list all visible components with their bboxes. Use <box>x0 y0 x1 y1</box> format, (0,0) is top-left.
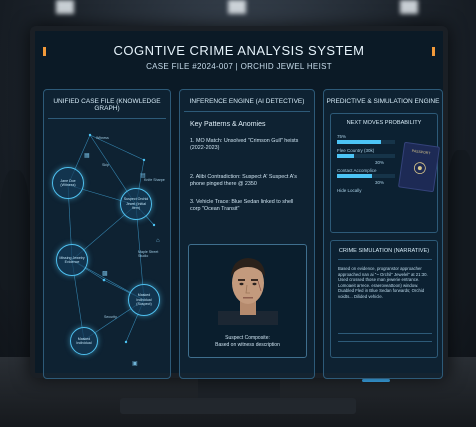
composite-caption: Suspect Composite: <box>225 335 270 341</box>
bar-label: Hide Locally <box>337 188 362 193</box>
simulation-card: CRIME SIMULATION (NARRATIVE) Based on ev… <box>330 240 438 358</box>
background-person <box>446 150 476 290</box>
bar-percent: 30% <box>375 180 385 185</box>
ceiling-light <box>56 0 74 14</box>
patterns-heading: Key Patterns & Anomies <box>190 121 266 128</box>
knowledge-graph-panel: UNIFIED CASE FILE (KNOWLEDGE GRAPH) Jane… <box>43 89 171 379</box>
bar-label: Contact Accomplice <box>337 168 377 173</box>
graph-node-witness[interactable]: Jane Doe (Witness) <box>52 167 84 199</box>
pattern-item: 1. MO Match: Unsolved "Crimson Gull" hei… <box>190 138 299 151</box>
probability-bar <box>337 174 395 178</box>
app-title: COGNTIVE CRIME ANALYSIS SYSTEM <box>113 43 365 58</box>
monitor-screen: COGNTIVE CRIME ANALYSIS SYSTEM CASE FILE… <box>30 26 448 379</box>
house-icon[interactable]: ⌂ <box>156 238 160 244</box>
probability-bar-fill <box>337 174 372 178</box>
power-indicator <box>362 379 390 382</box>
inference-panel: INFERENCE ENGINE (AI DETECTIVE) Key Patt… <box>179 89 315 379</box>
graph-node-missing-jewelry[interactable]: Missing Jewelry Evidence <box>56 244 88 276</box>
divider <box>338 259 432 260</box>
knowledge-graph-title: UNIFIED CASE FILE (KNOWLEDGE GRAPH) <box>53 98 161 112</box>
background-person <box>0 170 30 290</box>
prediction-title: PREDICTIVE & SIMULATION ENGINE <box>326 98 440 105</box>
pattern-item: 3. Vehicle Trace: Blue Sedan linked to s… <box>190 199 294 212</box>
inference-title: INFERENCE ENGINE (AI DETECTIVE) <box>189 98 305 105</box>
probability-bar <box>337 154 395 158</box>
case-file-subtitle: CASE FILE #2024-007 | ORCHID JEWEL HEIST <box>146 62 332 71</box>
suspect-portrait <box>218 258 278 325</box>
passport-emblem-icon <box>413 162 426 175</box>
bar-percent: 30% <box>375 160 385 165</box>
graph-label: Witness <box>96 136 109 140</box>
simulation-narrative: Based on evidence, progranstor approache… <box>338 266 428 299</box>
graph-label: Skip <box>102 163 109 167</box>
suspect-composite-card[interactable]: Suspect Composite: Based on witness desc… <box>188 244 307 358</box>
monitor-stand <box>198 378 280 400</box>
pattern-item: 2. Alibi Contradiction: Suspect A' Suspe… <box>190 174 297 187</box>
chat-icon[interactable]: ▣ <box>132 360 138 367</box>
graph-label: Security <box>104 315 117 319</box>
graph-node-orchid-jewel[interactable]: Suspect Orchid Jewel (Initial Item) <box>120 188 152 220</box>
graph-node-masked-suspect[interactable]: Masked Individual (Suspect) <box>128 284 160 316</box>
graph-edges <box>67 133 156 344</box>
probability-bar-fill <box>337 140 381 144</box>
ceiling-light <box>400 0 418 14</box>
header-divider <box>184 111 310 112</box>
bar-label: 75% <box>337 134 347 139</box>
ceiling-light <box>228 0 246 14</box>
probability-bar <box>337 140 395 144</box>
lock-icon[interactable]: ▩ <box>102 270 108 277</box>
composite-description: Based on witness description <box>215 342 280 348</box>
bar-label: Flee Country (30k) <box>337 148 375 153</box>
graph-node-masked-individual[interactable]: Masked Individual <box>70 327 98 355</box>
divider <box>338 333 432 334</box>
folder-icon[interactable]: ▦ <box>84 152 90 159</box>
graph-label: Maple Street Studio <box>138 250 159 259</box>
divider <box>338 341 432 342</box>
monitor-base <box>120 398 356 414</box>
document-icon[interactable]: ▤ <box>140 172 146 179</box>
probability-title: NEXT MOVES PROBABILITY <box>346 120 422 126</box>
probability-card: NEXT MOVES PROBABILITY 75% Flee Country … <box>330 113 441 233</box>
passport-label: PASSPORT <box>411 148 431 156</box>
prediction-panel: PREDICTIVE & SIMULATION ENGINE NEXT MOVE… <box>323 89 443 379</box>
simulation-title: CRIME SIMULATION (NARRATIVE) <box>338 248 430 254</box>
probability-bar-fill <box>337 154 355 158</box>
graph-label: Knife Sharpe <box>144 178 165 182</box>
passport-image: PASSPORT <box>397 141 441 193</box>
